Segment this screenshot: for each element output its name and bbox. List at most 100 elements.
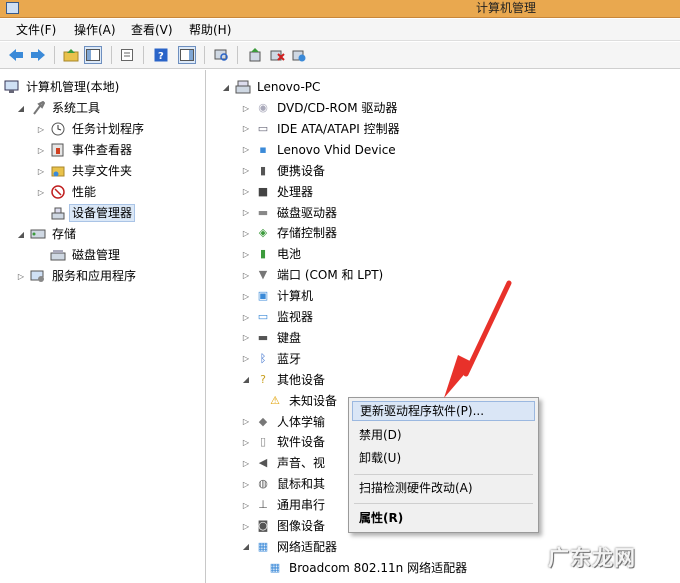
device-node[interactable]: ▷ ▬ 磁盘驱动器 xyxy=(241,203,339,223)
expand-arrow-icon[interactable]: ▷ xyxy=(241,459,251,468)
expand-arrow-icon[interactable]: ▷ xyxy=(241,229,251,238)
device-node-label: 处理器 xyxy=(277,184,314,199)
device-node[interactable]: ▷ ◉ DVD/CD-ROM 驱动器 xyxy=(241,98,399,118)
expand-arrow-icon[interactable]: ▷ xyxy=(241,271,251,280)
device-node[interactable]: ▷ ▮ 电池 xyxy=(241,244,303,264)
mouse-icon: ◍ xyxy=(258,477,268,491)
device-node[interactable]: ▷ ▣ 计算机 xyxy=(241,286,315,306)
tree-item-computer-management[interactable]: 计算机管理(本地) xyxy=(4,77,121,97)
menu-help[interactable]: 帮助(H) xyxy=(187,22,233,38)
portable-device-icon: ▮ xyxy=(259,163,267,177)
expand-arrow-icon[interactable]: ▷ xyxy=(241,501,251,510)
collapse-arrow-icon[interactable]: ◢ xyxy=(241,375,251,384)
menu-view[interactable]: 查看(V) xyxy=(129,22,175,38)
tree-item-label: 磁盘管理 xyxy=(72,248,121,262)
tree-item-system-tools[interactable]: ◢ 系统工具 xyxy=(16,98,102,118)
expand-arrow-icon[interactable]: ▷ xyxy=(36,188,46,197)
menu-separator xyxy=(354,474,533,475)
tree-item-storage[interactable]: ◢ 存储 xyxy=(16,224,78,244)
tree-item-label: 存储 xyxy=(52,227,77,241)
update-driver-icon[interactable] xyxy=(246,46,264,64)
menu-item-properties[interactable]: 属性(R) xyxy=(352,508,535,528)
export-list-icon[interactable] xyxy=(118,46,136,64)
expand-arrow-icon[interactable]: ▷ xyxy=(241,292,251,301)
device-node-label: 监视器 xyxy=(277,310,314,324)
device-node[interactable]: ▷ ◈ 存储控制器 xyxy=(241,223,339,243)
battery-icon: ▮ xyxy=(259,247,267,261)
device-node[interactable]: ▷ ▭ IDE ATA/ATAPI 控制器 xyxy=(241,119,402,139)
expand-arrow-icon[interactable]: ▷ xyxy=(241,313,251,322)
network-adapter-icon: ▦ xyxy=(257,539,269,553)
device-tree-root[interactable]: ◢ Lenovo-PC xyxy=(221,77,322,97)
tree-item-services-apps[interactable]: ▷ 服务和应用程序 xyxy=(16,266,138,286)
expand-arrow-icon[interactable]: ▷ xyxy=(241,522,251,531)
expand-arrow-icon[interactable]: ▷ xyxy=(241,480,251,489)
expand-arrow-icon[interactable]: ▷ xyxy=(241,250,251,259)
expand-arrow-icon[interactable]: ▷ xyxy=(241,187,251,196)
device-node[interactable]: ▷ ▪ Lenovo Vhid Device xyxy=(241,140,398,160)
device-node[interactable]: ▷ ◍ 鼠标和其 xyxy=(241,474,327,494)
device-node[interactable]: ▷ ■ 处理器 xyxy=(241,182,315,202)
processor-icon: ■ xyxy=(257,184,269,198)
expand-arrow-icon[interactable]: ▷ xyxy=(16,272,26,281)
device-node[interactable]: ▷ ◀ 声音、视 xyxy=(241,453,327,473)
menu-action[interactable]: 操作(A) xyxy=(72,22,118,38)
menu-item-scan-hardware[interactable]: 扫描检测硬件改动(A) xyxy=(352,478,535,498)
device-node[interactable]: ▷ ⊥ 通用串行 xyxy=(241,495,327,515)
tree-item-task-scheduler[interactable]: ▷ 任务计划程序 xyxy=(36,119,146,139)
vhid-device-icon: ▪ xyxy=(259,142,267,156)
device-node[interactable]: ▷ ◆ 人体学输 xyxy=(241,412,327,432)
tree-item-shared-folders[interactable]: ▷ 共享文件夹 xyxy=(36,161,134,181)
help-icon[interactable]: ? xyxy=(152,46,170,64)
expand-arrow-icon[interactable]: ▷ xyxy=(36,125,46,134)
show-hide-pane-icon[interactable] xyxy=(178,46,196,64)
collapse-arrow-icon[interactable]: ◢ xyxy=(241,542,251,551)
collapse-arrow-icon[interactable]: ◢ xyxy=(16,230,26,239)
expand-arrow-icon[interactable]: ▷ xyxy=(241,208,251,217)
device-node-label: 其他设备 xyxy=(277,372,326,387)
collapse-arrow-icon[interactable]: ◢ xyxy=(16,104,26,113)
console-tree-icon[interactable] xyxy=(84,46,102,64)
collapse-arrow-icon[interactable]: ◢ xyxy=(221,83,231,92)
scan-hardware-icon[interactable] xyxy=(212,46,230,64)
tree-item-device-manager[interactable]: 设备管理器 xyxy=(50,203,136,223)
tree-item-performance[interactable]: ▷ 性能 xyxy=(36,182,98,202)
expand-arrow-icon[interactable]: ▷ xyxy=(36,167,46,176)
device-node[interactable]: ▷ ▯ 软件设备 xyxy=(241,432,327,452)
tree-item-disk-management[interactable]: 磁盘管理 xyxy=(50,245,122,265)
expand-arrow-icon[interactable]: ▷ xyxy=(241,333,251,342)
tree-item-event-viewer[interactable]: ▷ 事件查看器 xyxy=(36,140,134,160)
expand-arrow-icon[interactable]: ▷ xyxy=(241,354,251,363)
expand-arrow-icon[interactable]: ▷ xyxy=(36,146,46,155)
expand-arrow-icon[interactable]: ▷ xyxy=(241,166,251,175)
toolbar: ? xyxy=(0,42,680,69)
menu-item-disable[interactable]: 禁用(D) xyxy=(352,425,535,445)
forward-icon[interactable] xyxy=(29,46,47,64)
expand-arrow-icon[interactable]: ▷ xyxy=(241,417,251,426)
uninstall-device-icon[interactable] xyxy=(290,46,308,64)
expand-arrow-icon[interactable]: ▷ xyxy=(241,438,251,447)
device-node[interactable]: ▷ ▮ 便携设备 xyxy=(241,161,327,181)
imaging-device-icon: ◙ xyxy=(257,519,269,532)
device-node[interactable]: ▦ Broadcom 802.11n 网络适配器 xyxy=(267,558,469,578)
disable-device-icon[interactable] xyxy=(268,46,286,64)
expand-arrow-icon[interactable]: ▷ xyxy=(241,104,251,113)
device-node[interactable]: ◢? 其他设备 xyxy=(241,370,327,390)
expand-arrow-icon[interactable]: ▷ xyxy=(241,124,251,133)
device-node[interactable]: ▷ ▬ 键盘 xyxy=(241,328,303,348)
device-node[interactable]: ▷ ◙ 图像设备 xyxy=(241,516,327,536)
device-node[interactable]: ▷ ▭ 监视器 xyxy=(241,307,315,327)
menu-file[interactable]: 文件(F) xyxy=(14,22,58,38)
device-node[interactable]: ⚠ 未知设备 xyxy=(267,391,339,411)
back-icon[interactable] xyxy=(7,46,25,64)
up-folder-icon[interactable] xyxy=(62,46,80,64)
menu-item-uninstall[interactable]: 卸载(U) xyxy=(352,448,535,468)
device-node[interactable]: ▷ ᛒ 蓝牙 xyxy=(241,349,303,369)
device-node[interactable]: ▷ ▼ 端口 (COM 和 LPT) xyxy=(241,265,385,285)
dvd-drive-icon: ◉ xyxy=(258,101,268,114)
monitor-icon: ▭ xyxy=(257,310,269,323)
expand-arrow-icon[interactable]: ▷ xyxy=(241,145,251,154)
device-node-label: 端口 (COM 和 LPT) xyxy=(277,268,384,283)
menu-item-update-driver[interactable]: 更新驱动程序软件(P)... xyxy=(352,401,535,421)
device-node[interactable]: ◢ ▦ 网络适配器 xyxy=(241,537,339,557)
